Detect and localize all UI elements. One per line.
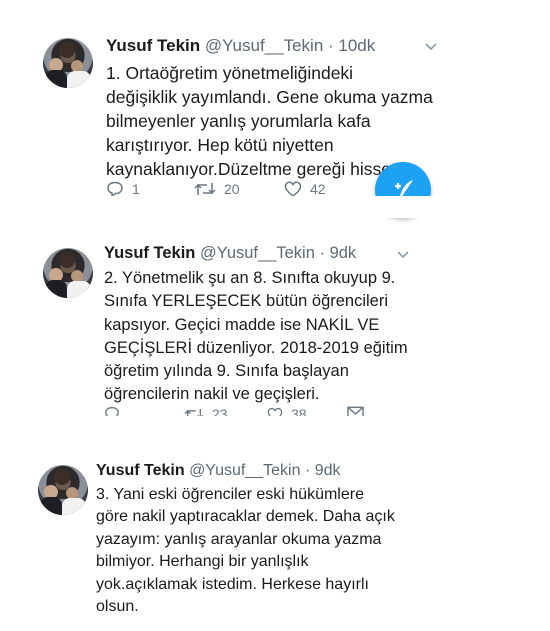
tweet-3[interactable]: Yusuf Tekin @Yusuf__Tekin · 9dk 3. Yani …: [0, 460, 550, 615]
retweet-button[interactable]: 20: [194, 181, 240, 197]
retweet-count: 20: [224, 181, 240, 197]
reply-button[interactable]: [104, 406, 128, 416]
tweet-2[interactable]: Yusuf Tekin @Yusuf__Tekin · 9dk 2. Yönet…: [0, 240, 550, 416]
retweet-button[interactable]: 23: [184, 406, 228, 416]
chevron-down-icon[interactable]: [397, 246, 409, 262]
reply-icon: [107, 181, 123, 197]
like-count: 42: [310, 181, 326, 197]
share-button[interactable]: [347, 406, 364, 416]
author-handle[interactable]: @Yusuf__Tekin: [200, 244, 315, 262]
retweet-icon: [194, 183, 216, 195]
tweet-1[interactable]: Yusuf Tekin @Yusuf__Tekin · 10dk 1. Orta…: [0, 0, 550, 218]
avatar[interactable]: [38, 465, 88, 515]
share-icon: [347, 406, 364, 416]
author-handle[interactable]: @Yusuf__Tekin: [205, 36, 323, 55]
avatar[interactable]: [43, 38, 93, 88]
like-button[interactable]: 42: [284, 181, 326, 197]
retweet-count: 23: [212, 406, 228, 416]
author-name[interactable]: Yusuf Tekin: [106, 36, 200, 55]
tweet-time: · 10dk: [328, 36, 376, 55]
tweet-text: 2. Yönetmelik şu an 8. Sınıfta okuyup 9.…: [104, 269, 408, 404]
like-button[interactable]: 38: [267, 406, 307, 416]
reply-button[interactable]: 1: [106, 181, 140, 197]
tweet-time: · 9dk: [304, 462, 341, 479]
heart-icon: [284, 181, 302, 197]
tweet-actions: 23 38: [104, 406, 374, 416]
tweet-text: 1. Ortaöğretim yönetmeliğindeki değişikl…: [106, 63, 433, 179]
heart-icon: [267, 407, 283, 416]
tweet-text: 3. Yani eski öğrenciler eski hükümlere g…: [96, 486, 395, 616]
like-count: 38: [291, 406, 307, 416]
chevron-down-icon[interactable]: [425, 38, 437, 54]
reply-count: 1: [132, 181, 140, 197]
tweet-time: · 9dk: [319, 244, 357, 262]
author-handle[interactable]: @Yusuf__Tekin: [189, 462, 300, 479]
reply-icon: [105, 407, 119, 416]
retweet-icon: [184, 408, 204, 416]
avatar[interactable]: [43, 248, 93, 298]
author-name[interactable]: Yusuf Tekin: [104, 244, 195, 262]
author-name[interactable]: Yusuf Tekin: [96, 462, 185, 479]
